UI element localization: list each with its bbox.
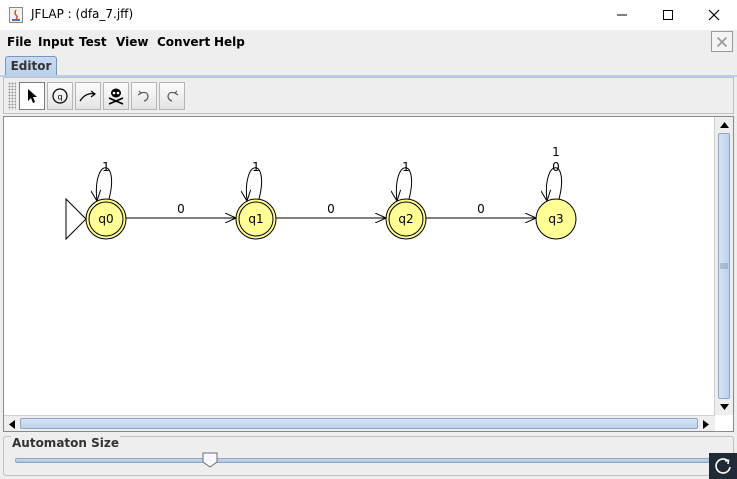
transition-arrow-icon [79, 90, 96, 102]
minimize-button[interactable] [599, 0, 645, 30]
skull-icon [108, 88, 124, 105]
initial-state-triangle [65, 197, 87, 241]
state-label: q3 [548, 212, 563, 226]
state-circle-icon: q [52, 88, 68, 104]
transition-creator-tool-button[interactable] [75, 82, 101, 110]
scroll-up-button[interactable] [718, 119, 730, 131]
menu-bar: File Input Test View Convert Help [0, 30, 737, 54]
attribute-editor-tool-button[interactable] [19, 82, 45, 110]
state-q2[interactable]: q2 [385, 198, 427, 240]
minimize-icon [617, 14, 627, 16]
toolbar-grip[interactable] [8, 82, 16, 110]
menu-view[interactable]: View [116, 35, 148, 49]
transition-q2-q3[interactable]: 0 [426, 202, 536, 218]
close-tab-button[interactable] [711, 31, 733, 52]
state-q3[interactable]: q3 [535, 198, 577, 240]
maximize-button[interactable] [645, 0, 691, 30]
close-icon [708, 9, 720, 21]
state-creator-tool-button[interactable]: q [47, 82, 73, 110]
automaton-size-panel: Automaton Size [3, 436, 734, 476]
transition-q1-q2[interactable]: 0 [276, 202, 386, 218]
transition-q2-q2[interactable]: 1 [396, 160, 413, 201]
tab-editor[interactable]: Editor [5, 56, 57, 76]
window-title: JFLAP : (dfa_7.jff) [31, 7, 134, 21]
transition-layer: 10101010 [96, 145, 563, 218]
initial-marker-layer [65, 197, 87, 241]
pointer-arrow-icon [28, 89, 37, 103]
scroll-right-button[interactable] [700, 418, 712, 430]
menu-file[interactable]: File [7, 35, 32, 49]
jflap-app-icon [9, 7, 23, 23]
triangle-up-icon [719, 122, 729, 128]
grip-lines-icon [720, 263, 728, 269]
triangle-down-icon [719, 404, 729, 410]
scroll-down-button[interactable] [718, 401, 730, 413]
refresh-icon[interactable] [709, 453, 737, 479]
deleter-tool-button[interactable] [103, 82, 129, 110]
automaton-canvas-frame: 10101010 q0 q1 q2 q3 [3, 116, 734, 432]
transition-label: 0 [327, 202, 335, 216]
redo-icon [167, 90, 179, 102]
transition-q1-q1[interactable]: 1 [246, 160, 263, 201]
redo-button[interactable] [159, 82, 185, 110]
triangle-right-icon [703, 419, 709, 429]
menu-input[interactable]: Input [38, 35, 74, 49]
automaton-canvas[interactable]: 10101010 q0 q1 q2 q3 [4, 117, 715, 415]
transition-label: 1 [552, 145, 560, 159]
transition-q3-q3[interactable]: 10 [546, 145, 563, 201]
transition-label: 1 [102, 160, 110, 174]
automaton-size-slider-thumb[interactable] [202, 452, 218, 468]
refresh-circle-icon [715, 458, 731, 474]
title-bar: JFLAP : (dfa_7.jff) [0, 0, 737, 30]
transition-label: 0 [477, 202, 485, 216]
menu-test[interactable]: Test [79, 35, 107, 49]
transition-label: 0 [552, 160, 560, 174]
transition-q0-q0[interactable]: 1 [96, 160, 113, 201]
transition-label: 0 [177, 202, 185, 216]
vertical-scrollbar[interactable] [714, 117, 733, 415]
menu-help[interactable]: Help [214, 35, 245, 49]
state-label: q0 [98, 212, 113, 226]
vertical-scroll-thumb[interactable] [718, 133, 730, 399]
horizontal-scrollbar[interactable] [4, 415, 715, 431]
editor-toolbar: q [3, 77, 734, 114]
maximize-icon [663, 10, 673, 20]
state-q1[interactable]: q1 [235, 198, 277, 240]
svg-text:q: q [57, 93, 62, 102]
state-label: q2 [398, 212, 413, 226]
transition-label: 1 [402, 160, 410, 174]
undo-icon [137, 90, 149, 102]
automaton-size-slider-track[interactable] [15, 458, 711, 463]
close-icon [716, 36, 728, 47]
horizontal-scroll-thumb[interactable] [20, 418, 698, 429]
triangle-left-icon [9, 419, 15, 429]
close-window-button[interactable] [691, 0, 737, 30]
state-label: q1 [248, 212, 263, 226]
automaton-size-label: Automaton Size [11, 436, 120, 450]
scroll-left-button[interactable] [6, 418, 18, 430]
state-q0[interactable]: q0 [85, 198, 127, 240]
undo-button[interactable] [131, 82, 157, 110]
transition-q0-q1[interactable]: 0 [126, 202, 236, 218]
tab-strip: Editor [0, 54, 737, 76]
transition-label: 1 [252, 160, 260, 174]
menu-convert[interactable]: Convert [157, 35, 210, 49]
